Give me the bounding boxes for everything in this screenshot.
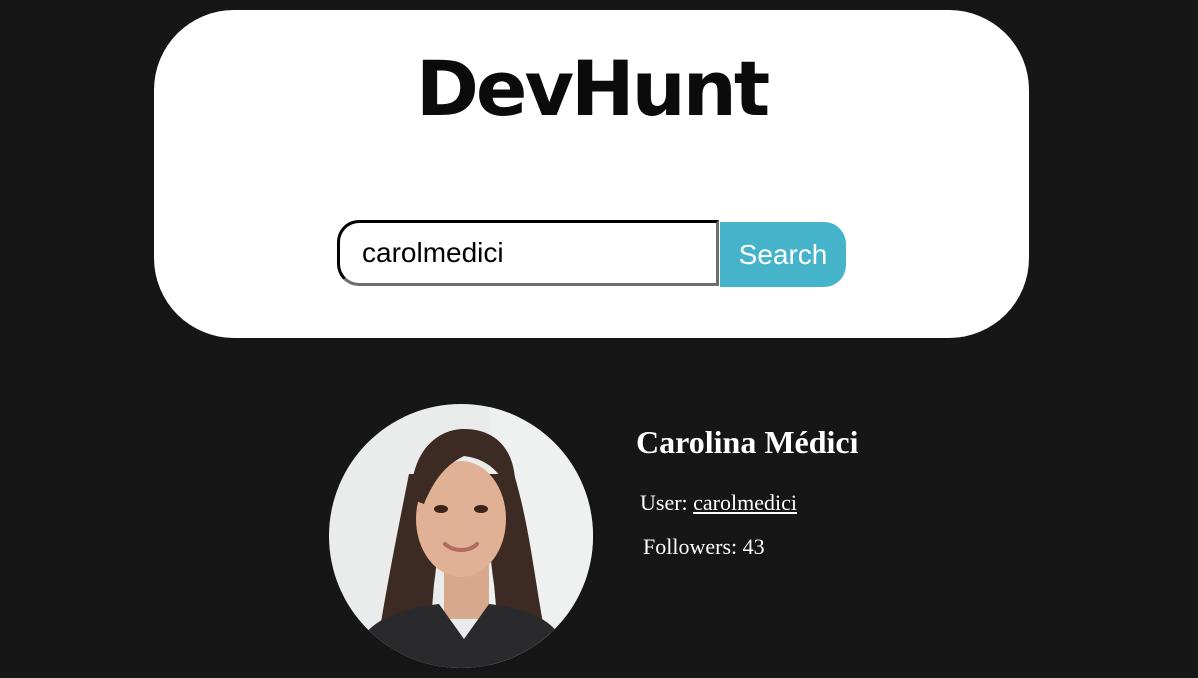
header-card: DevHunt Search <box>154 10 1029 338</box>
devhunt-logo: DevHunt <box>415 44 770 133</box>
profile-user-line: User: carolmedici <box>640 490 797 516</box>
profile-name: Carolina Médici <box>636 424 859 460</box>
followers-line: Followers: 43 <box>643 534 765 560</box>
followers-count: 43 <box>742 534 765 559</box>
avatar <box>329 404 593 668</box>
avatar-photo <box>329 404 593 668</box>
followers-label: Followers: <box>643 534 738 559</box>
search-input[interactable] <box>337 220 719 286</box>
user-label: User: <box>640 490 688 515</box>
search-button[interactable]: Search <box>720 222 846 287</box>
username-link[interactable]: carolmedici <box>693 490 797 515</box>
